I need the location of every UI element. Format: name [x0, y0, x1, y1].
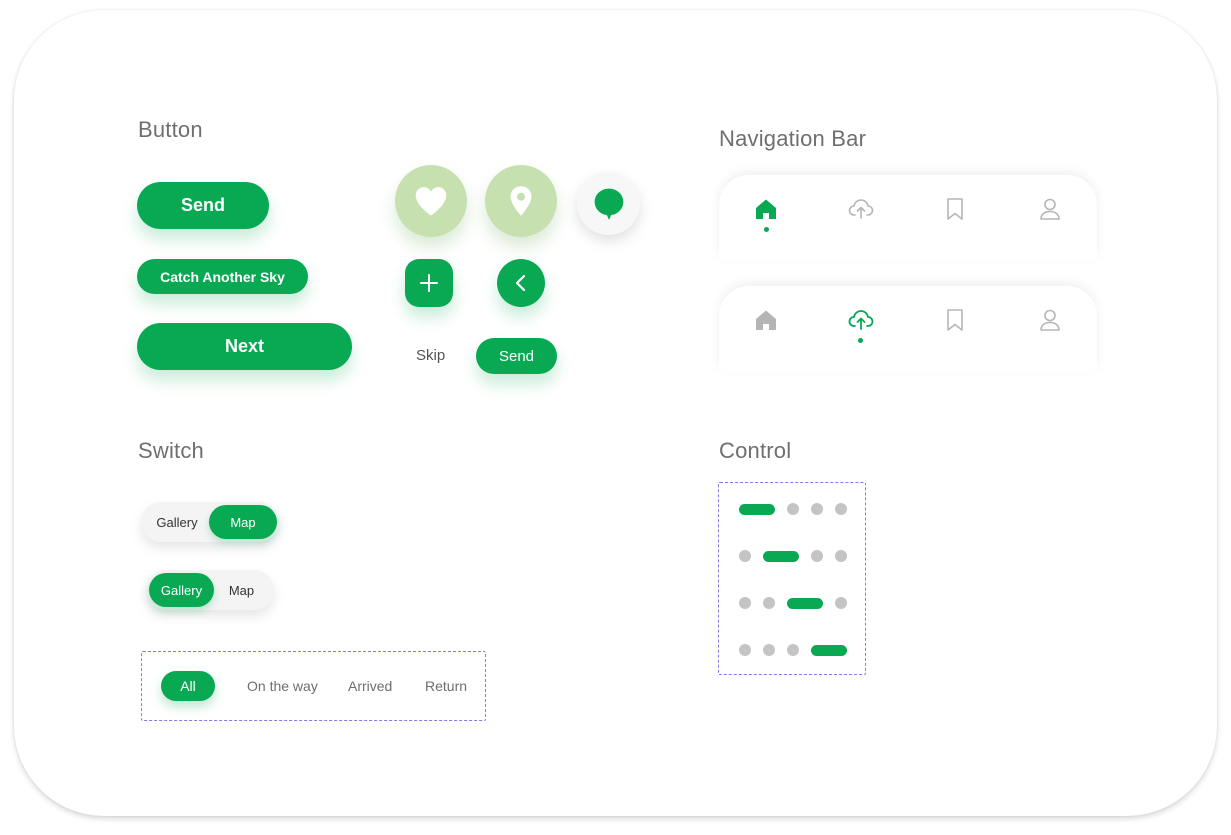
active-page-bar: [787, 597, 823, 609]
catch-another-sky-button[interactable]: Catch Another Sky: [137, 259, 308, 294]
switch-map-selected: Gallery Map: [141, 502, 279, 542]
status-tabs: All On the way Arrived Return: [141, 651, 486, 721]
cloud-upload-icon: [848, 199, 874, 219]
active-page-bar: [763, 550, 799, 562]
bookmark-icon: [947, 198, 964, 220]
page-dot: [811, 503, 823, 515]
navigation-bar-upload-active: [719, 286, 1097, 372]
page-dot: [739, 550, 751, 562]
send-small-button[interactable]: Send: [476, 338, 557, 374]
back-button[interactable]: [497, 259, 545, 307]
navigation-bar-home-active: [719, 175, 1097, 261]
page-dot: [787, 503, 799, 515]
user-icon: [1039, 198, 1060, 220]
home-icon: [756, 310, 777, 330]
chat-bubble-icon: [594, 188, 623, 220]
chevron-left-icon: [515, 274, 526, 292]
section-title-control: Control: [719, 438, 792, 463]
tab-arrived[interactable]: Arrived: [348, 678, 392, 694]
heart-button[interactable]: [395, 165, 467, 237]
chat-button[interactable]: [577, 172, 640, 235]
page-dot: [763, 644, 775, 656]
send-button[interactable]: Send: [137, 182, 269, 229]
active-indicator: [763, 227, 769, 232]
next-button[interactable]: Next: [137, 323, 352, 370]
page-indicator-2[interactable]: [739, 550, 859, 562]
nav-item-home[interactable]: [736, 197, 796, 247]
user-icon: [1039, 309, 1060, 331]
tab-on-the-way[interactable]: On the way: [247, 678, 318, 694]
page-dot: [835, 550, 847, 562]
page-indicator-1[interactable]: [739, 503, 859, 515]
page-dot: [763, 597, 775, 609]
section-title-switch: Switch: [138, 438, 204, 463]
location-pin-icon: [510, 186, 532, 216]
page-control-states: [718, 482, 866, 675]
active-indicator: [858, 338, 864, 343]
nav-item-upload[interactable]: [831, 197, 891, 247]
location-button[interactable]: [485, 165, 557, 237]
page-dot: [787, 644, 799, 656]
skip-button[interactable]: Skip: [416, 347, 445, 364]
switch-gallery-selected: Gallery Map: [146, 570, 274, 610]
switch-option-map[interactable]: Map: [214, 573, 269, 607]
nav-item-home[interactable]: [736, 308, 796, 358]
page-dot: [835, 597, 847, 609]
page-indicator-3[interactable]: [739, 597, 859, 609]
tab-all[interactable]: All: [161, 671, 215, 701]
home-icon: [756, 199, 777, 219]
nav-item-bookmark[interactable]: [925, 197, 985, 247]
cloud-upload-icon: [848, 310, 874, 330]
nav-item-profile[interactable]: [1020, 197, 1080, 247]
switch-option-gallery[interactable]: Gallery: [145, 505, 209, 539]
section-title-button: Button: [138, 117, 203, 142]
section-title-navigation-bar: Navigation Bar: [719, 126, 867, 151]
add-button[interactable]: [405, 259, 453, 307]
page-indicator-4[interactable]: [739, 644, 859, 656]
page-dot: [835, 503, 847, 515]
switch-option-map[interactable]: Map: [209, 505, 277, 539]
nav-item-bookmark[interactable]: [925, 308, 985, 358]
tab-return[interactable]: Return: [425, 678, 467, 694]
bookmark-icon: [947, 309, 964, 331]
plus-icon: [420, 274, 438, 292]
active-page-bar: [811, 644, 847, 656]
page-dot: [811, 550, 823, 562]
heart-icon: [415, 187, 447, 216]
nav-item-profile[interactable]: [1020, 308, 1080, 358]
page-dot: [739, 644, 751, 656]
nav-item-upload[interactable]: [831, 308, 891, 358]
active-page-bar: [739, 503, 775, 515]
page-dot: [739, 597, 751, 609]
switch-option-gallery[interactable]: Gallery: [149, 573, 214, 607]
